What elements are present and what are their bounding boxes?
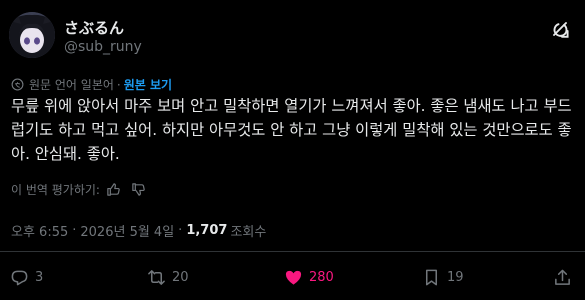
divider (0, 251, 585, 252)
separator: · (72, 223, 77, 238)
action-bar: 3 20 280 19 (0, 268, 585, 296)
translation-label: 원문 언어 일본어 (29, 78, 114, 92)
translate-icon (11, 78, 24, 91)
views-count: 1,707 (186, 223, 228, 238)
repost-count: 20 (172, 270, 189, 285)
display-name[interactable]: さぶるん (64, 17, 124, 38)
show-original-link[interactable]: 원본 보기 (124, 76, 172, 93)
thumbs-down-icon[interactable] (131, 182, 146, 197)
post-time[interactable]: 오후 6:55 (11, 221, 68, 240)
post-date[interactable]: 2026년 5월 4일 (80, 221, 174, 240)
thumbs-up-icon[interactable] (106, 182, 121, 197)
like-count: 280 (309, 270, 334, 285)
like-button[interactable]: 280 (284, 268, 334, 287)
reply-count: 3 (35, 270, 44, 285)
repost-icon (148, 270, 165, 285)
reply-icon (11, 270, 28, 286)
post-header: さぶるん @sub_runy (9, 10, 571, 60)
share-button[interactable] (553, 268, 578, 287)
views-label: 조회수 (230, 225, 267, 240)
separator: · (178, 223, 183, 238)
post-text: 무릎 위에 앉아서 마주 보며 안고 밀착하면 열기가 느껴져서 좋아. 좋은 … (11, 97, 572, 163)
heart-icon (285, 270, 302, 285)
bookmark-count: 19 (447, 270, 464, 285)
repost-button[interactable]: 20 (147, 268, 189, 287)
post-meta: 오후 6:55 · 2026년 5월 4일 · 1,707 조회수 (11, 221, 266, 240)
share-icon (555, 269, 570, 285)
bookmark-button[interactable]: 19 (422, 268, 464, 287)
avatar[interactable] (9, 12, 55, 58)
bookmark-icon (425, 269, 438, 286)
rate-translation: 이 번역 평가하기: (11, 181, 146, 198)
separator: · (116, 77, 121, 92)
reply-button[interactable]: 3 (10, 268, 43, 287)
user-handle[interactable]: @sub_runy (64, 39, 142, 55)
grok-icon[interactable] (551, 20, 571, 40)
rate-translation-label: 이 번역 평가하기: (11, 183, 100, 197)
translation-notice: 원문 언어 일본어 · 원본 보기 (11, 76, 172, 93)
